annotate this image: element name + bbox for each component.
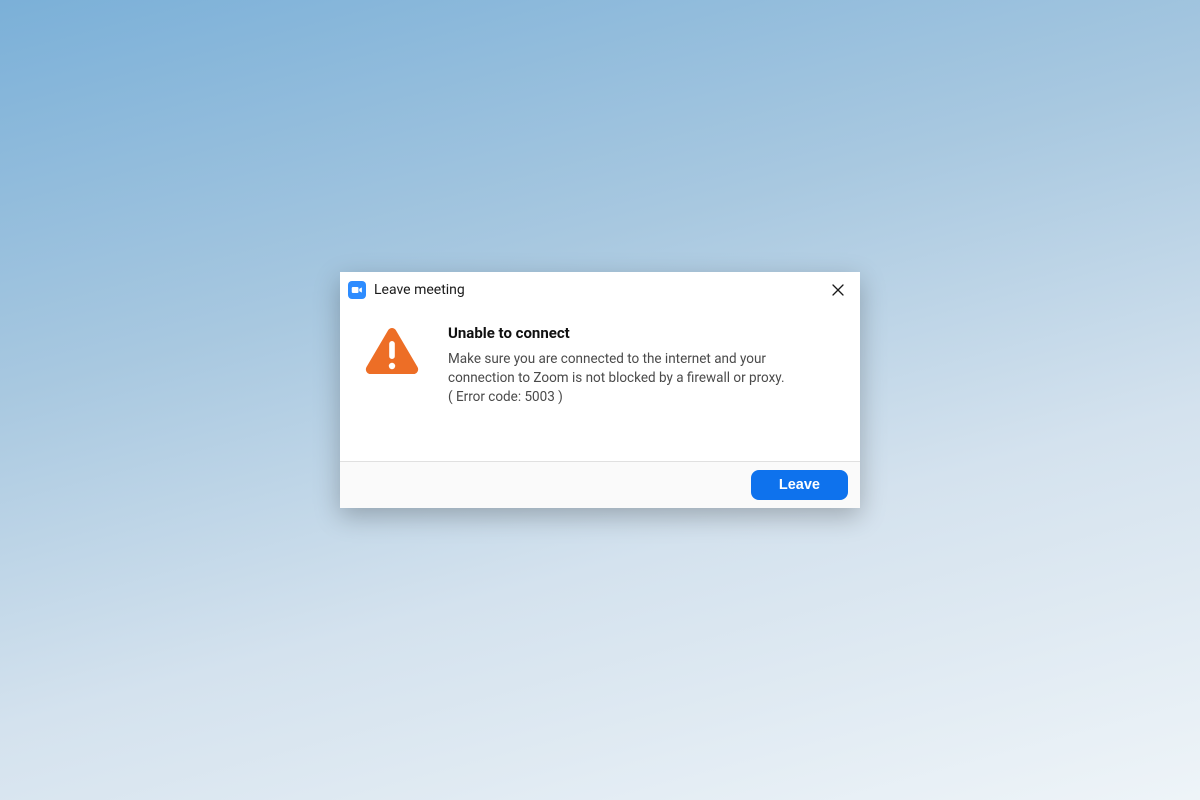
zoom-app-icon [348,281,366,299]
error-headline: Unable to connect [448,324,836,342]
dialog-title: Leave meeting [374,282,816,298]
close-button[interactable] [824,278,852,302]
dialog-body: Unable to connect Make sure you are conn… [340,306,860,461]
error-dialog: Leave meeting Unable to connect Make sur… [340,272,860,508]
warning-triangle-icon [364,326,420,376]
leave-button[interactable]: Leave [751,470,848,500]
titlebar: Leave meeting [340,272,860,306]
error-message: Make sure you are connected to the inter… [448,350,836,388]
dialog-footer: Leave [340,461,860,508]
error-code: ( Error code: 5003 ) [448,388,836,407]
dialog-content: Unable to connect Make sure you are conn… [448,324,836,407]
close-icon [832,284,844,296]
